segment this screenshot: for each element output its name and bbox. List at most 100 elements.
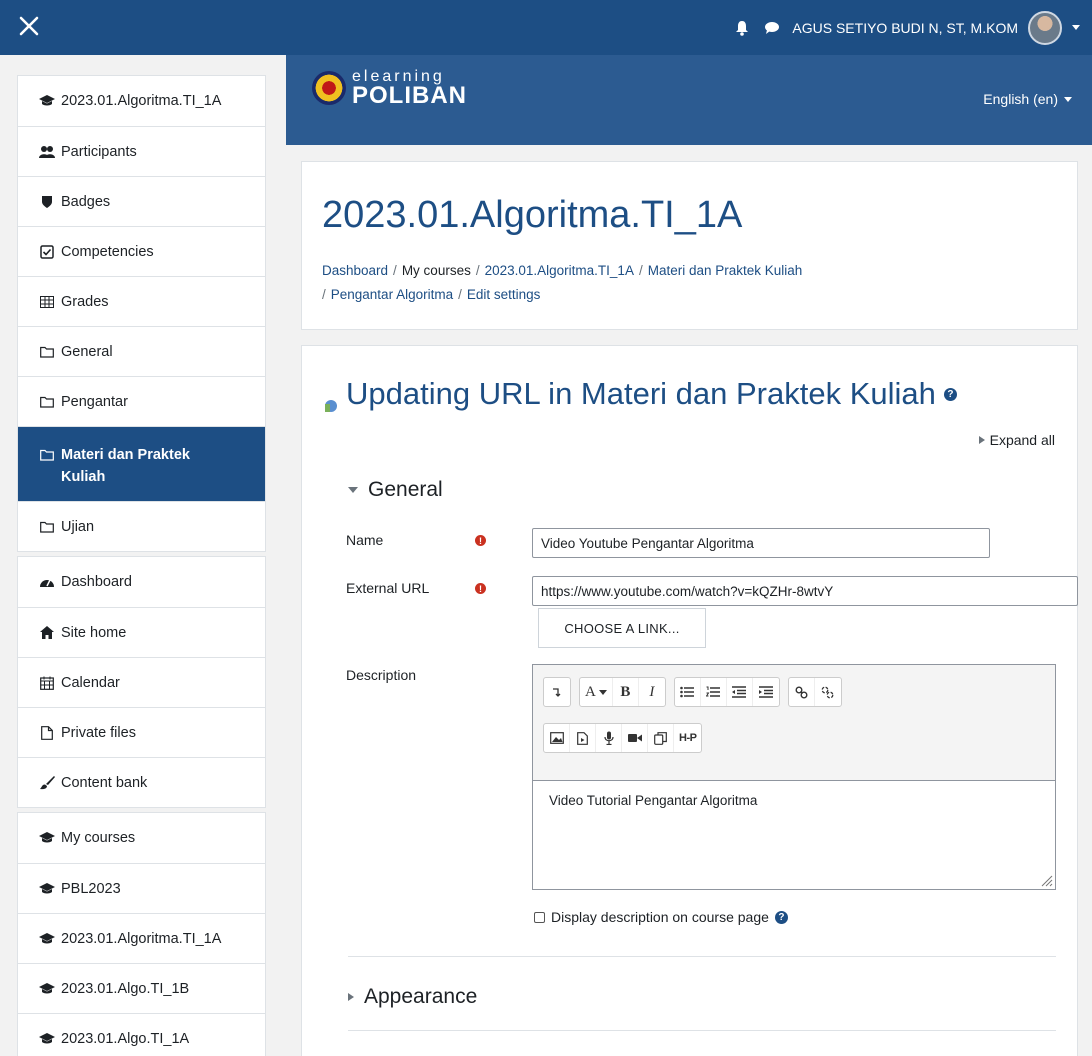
section-general-header[interactable]: General: [348, 478, 443, 502]
section-divider: [348, 956, 1056, 957]
sidebar-item-algo-1b[interactable]: 2023.01.Algo.TI_1B: [18, 963, 265, 1013]
sidebar-item-general[interactable]: General: [18, 326, 265, 376]
sidebar-nav: 2023.01.Algoritma.TI_1A Participants Bad…: [17, 75, 266, 1056]
link-icon[interactable]: [789, 678, 815, 706]
toolbar-group-media: H-P: [543, 723, 703, 753]
caret-down-icon: [348, 487, 358, 493]
expand-all-link[interactable]: Expand all: [978, 432, 1055, 448]
bold-button[interactable]: B: [613, 678, 639, 706]
sidebar-item-badges[interactable]: Badges: [18, 176, 265, 226]
sidebar-item-algo-1a[interactable]: 2023.01.Algo.TI_1A: [18, 1013, 265, 1056]
external-url-input[interactable]: [532, 576, 1078, 606]
graduation-cap-icon: [39, 981, 55, 997]
chat-bubble-icon[interactable]: [762, 18, 782, 38]
sidebar-course-group: 2023.01.Algoritma.TI_1A Participants Bad…: [17, 75, 266, 552]
unlink-icon[interactable]: [815, 678, 841, 706]
name-input[interactable]: [532, 528, 990, 558]
sidebar-item-calendar[interactable]: Calendar: [18, 657, 265, 707]
description-textarea[interactable]: Video Tutorial Pengantar Algoritma: [533, 780, 1055, 889]
breadcrumb-edit-settings[interactable]: Edit settings: [467, 287, 541, 302]
section-appearance-header[interactable]: Appearance: [348, 985, 477, 1009]
chevron-down-icon: [1064, 96, 1072, 102]
form-title: Updating URL in Materi dan Praktek Kulia…: [322, 376, 957, 412]
sidebar-mycourses-group: My courses PBL2023 2023.01.Algoritma.TI_…: [17, 812, 266, 1056]
users-icon: [39, 144, 55, 160]
image-icon[interactable]: [544, 724, 570, 752]
toolbar-toggle-icon[interactable]: [544, 678, 570, 706]
required-icon: !: [475, 583, 486, 594]
media-icon[interactable]: [570, 724, 596, 752]
section-divider: [348, 1030, 1056, 1031]
indent-icon[interactable]: [753, 678, 779, 706]
sidebar-item-private-files[interactable]: Private files: [18, 707, 265, 757]
editor-toolbar-row-1: A B I: [543, 677, 842, 707]
sidebar-item-course[interactable]: 2023.01.Algoritma.TI_1A: [18, 76, 265, 126]
sidebar-item-dashboard[interactable]: Dashboard: [18, 557, 265, 607]
page-title: 2023.01.Algoritma.TI_1A: [322, 194, 743, 236]
toolbar-group-collapse: [543, 677, 571, 707]
site-banner: elearning POLIBAN English (en): [286, 55, 1092, 145]
resize-handle-icon[interactable]: [1041, 875, 1053, 887]
breadcrumb: Dashboard / My courses/2023.01.Algoritma.T…: [322, 263, 803, 302]
sidebar-item-my-courses[interactable]: My courses: [18, 813, 265, 863]
chevron-down-icon: [598, 689, 607, 695]
graduation-cap-icon: [39, 93, 55, 109]
sidebar-item-ujian[interactable]: Ujian: [18, 501, 265, 551]
font-style-dropdown[interactable]: A: [580, 678, 613, 706]
manage-files-icon[interactable]: [648, 724, 674, 752]
description-label: Description: [346, 667, 417, 683]
sidebar-item-content-bank[interactable]: Content bank: [18, 757, 265, 807]
choose-link-button[interactable]: CHOOSE A LINK...: [538, 608, 706, 648]
outdent-icon[interactable]: [727, 678, 753, 706]
editor-toolbar-row-2: H-P: [543, 723, 703, 753]
breadcrumb-activity[interactable]: Pengantar Algoritma: [331, 287, 453, 302]
graduation-cap-icon: [39, 1031, 55, 1047]
video-camera-icon[interactable]: [622, 724, 648, 752]
table-icon: [39, 294, 55, 310]
breadcrumb-section[interactable]: Materi dan Praktek Kuliah: [648, 263, 803, 278]
shield-icon: [39, 194, 55, 210]
required-icon: !: [475, 535, 486, 546]
microphone-icon[interactable]: [596, 724, 622, 752]
graduation-cap-icon: [39, 931, 55, 947]
check-square-icon: [39, 244, 55, 260]
sidebar-item-participants[interactable]: Participants: [18, 126, 265, 176]
unordered-list-icon[interactable]: [675, 678, 701, 706]
breadcrumb-my-courses: My courses: [401, 263, 471, 278]
user-name[interactable]: AGUS SETIYO BUDI N, ST, M.KOM: [792, 20, 1018, 36]
breadcrumb-dashboard[interactable]: Dashboard: [322, 263, 388, 278]
sidebar-item-pengantar[interactable]: Pengantar: [18, 376, 265, 426]
sidebar-item-algoritma-1a[interactable]: 2023.01.Algoritma.TI_1A: [18, 913, 265, 963]
help-icon[interactable]: ?: [774, 910, 788, 924]
home-icon: [39, 625, 55, 641]
folder-icon: [39, 394, 55, 410]
avatar[interactable]: [1028, 10, 1062, 45]
language-selector[interactable]: English (en): [983, 91, 1072, 107]
file-icon: [39, 725, 55, 741]
display-description-row: Display description on course page ?: [534, 909, 788, 925]
logo-line2: POLIBAN: [352, 82, 467, 109]
sidebar-site-group: Dashboard Site home Calendar Private fil…: [17, 556, 266, 808]
chevron-down-icon[interactable]: [1072, 25, 1080, 30]
breadcrumb-course[interactable]: 2023.01.Algoritma.TI_1A: [485, 263, 634, 278]
h5p-icon[interactable]: H-P: [674, 724, 701, 752]
name-label: Name: [346, 532, 384, 548]
sidebar-item-site-home[interactable]: Site home: [18, 607, 265, 657]
italic-button[interactable]: I: [639, 678, 665, 706]
bell-icon[interactable]: [732, 18, 752, 38]
toolbar-group-links: [787, 677, 842, 707]
site-logo[interactable]: elearning POLIBAN: [312, 69, 467, 109]
display-description-checkbox[interactable]: [534, 911, 545, 923]
help-icon[interactable]: ?: [943, 387, 957, 401]
folder-icon: [39, 447, 55, 463]
sidebar-item-competencies[interactable]: Competencies: [18, 226, 265, 276]
close-drawer-icon[interactable]: [14, 11, 44, 41]
external-url-label: External URL: [346, 580, 430, 596]
page-header: 2023.01.Algoritma.TI_1A Dashboard / My cou…: [301, 161, 1078, 330]
sidebar-item-pbl2023[interactable]: PBL2023: [18, 863, 265, 913]
toolbar-group-style: A B I: [579, 677, 666, 707]
sidebar-item-grades[interactable]: Grades: [18, 276, 265, 326]
description-editor: A B I H-P Video Tutorial Pengantar Algor…: [532, 664, 1056, 890]
sidebar-item-materi-active[interactable]: Materi dan Praktek Kuliah: [18, 426, 265, 501]
ordered-list-icon[interactable]: [701, 678, 727, 706]
